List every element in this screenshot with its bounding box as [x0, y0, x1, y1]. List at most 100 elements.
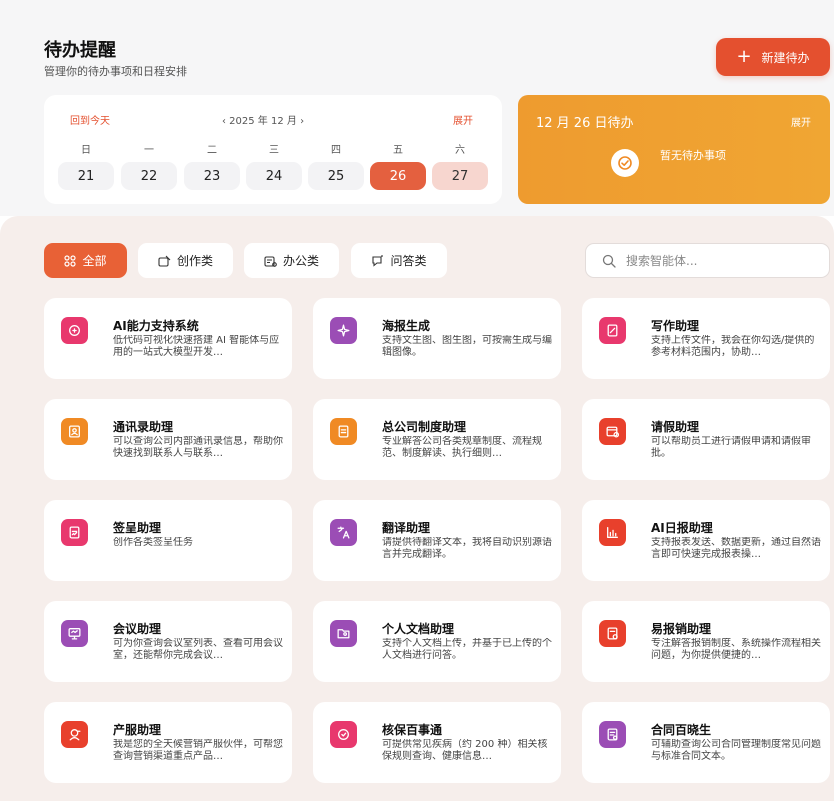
agent-card-title: 签呈助理: [113, 521, 162, 535]
back-to-today-link[interactable]: 回到今天: [70, 112, 110, 127]
todo-panel: 12 月 26 日待办 展开 暂无待办事项: [518, 95, 830, 204]
agent-card-title: 通讯录助理: [113, 420, 174, 434]
tab-label: 办公类: [282, 254, 319, 268]
ai-system-icon: [61, 317, 88, 344]
month-switcher[interactable]: ‹ 2025 年 12 月 ›: [222, 112, 304, 127]
agent-card[interactable]: AI日报助理支持报表发送、数据更新，通过自然语言即可快速完成报表操…: [582, 500, 830, 581]
agent-card-description: 支持上传文件，我会在你勾选/提供的参考材料范围内，协助…: [651, 335, 815, 358]
weekday-label: 五: [393, 145, 403, 156]
agent-card-description: 可以帮助员工进行请假申请和请假审批。: [651, 436, 811, 459]
empty-state: [611, 145, 663, 177]
agent-card-title: 总公司制度助理: [382, 420, 467, 434]
weekday-label: 三: [269, 145, 279, 156]
tab-label: 创作类: [176, 254, 213, 268]
calendar-day[interactable]: 23: [184, 162, 240, 190]
tab-label: 全部: [82, 254, 107, 268]
agent-card-description: 可辅助查询公司合同管理制度常见问题与标准合同文本。: [651, 739, 821, 762]
check-circle-icon: [611, 149, 639, 177]
agent-card-description: 可为你查询会议室列表、查看可用会议室，还能帮你完成会议…: [113, 638, 283, 661]
weekday-label: 日: [81, 145, 91, 156]
calendar-expand-link[interactable]: 展开: [453, 112, 473, 127]
calendar-day[interactable]: 21: [58, 162, 114, 190]
agent-card-description: 支持个人文档上传，并基于已上传的个人文档进行问答。: [382, 638, 552, 661]
agent-card-description: 支持文生图、图生图，可按需生成与编辑图像。: [382, 335, 552, 358]
agent-card[interactable]: 签呈助理创作各类签呈任务: [44, 500, 292, 581]
sparkle-icon: [330, 317, 357, 344]
calendar-day[interactable]: 24: [246, 162, 302, 190]
agent-search[interactable]: [585, 243, 830, 278]
weekday-label: 二: [207, 145, 217, 156]
office-icon: [264, 255, 277, 267]
weekday-label: 六: [455, 145, 465, 156]
leave-icon: [599, 418, 626, 445]
agent-card-title: 会议助理: [113, 622, 162, 636]
agent-card-title: 核保百事通: [382, 723, 443, 737]
search-icon: [602, 254, 616, 268]
agent-card-description: 可以查询公司内部通讯录信息，帮助你快速找到联系人与联系…: [113, 436, 283, 459]
agent-card[interactable]: 产服助理我是您的全天候营销产服伙伴，可帮您查询营销渠道重点产品…: [44, 702, 292, 783]
agent-card-title: AI日报助理: [651, 521, 713, 535]
agent-card[interactable]: 个人文档助理支持个人文档上传，并基于已上传的个人文档进行问答。: [313, 601, 561, 682]
calendar-day-selected[interactable]: 26: [370, 162, 426, 190]
qa-icon: [372, 254, 384, 267]
agent-card-description: 请提供待翻译文本，我将自动识别源语言并完成翻译。: [382, 537, 552, 560]
agent-card[interactable]: 合同百晓生可辅助查询公司合同管理制度常见问题与标准合同文本。: [582, 702, 830, 783]
agent-card-description: 我是您的全天候营销产服伙伴，可帮您查询营销渠道重点产品…: [113, 739, 283, 762]
tab-all[interactable]: 全部: [44, 243, 127, 278]
plus-icon: +: [736, 46, 752, 67]
page-subtitle: 管理你的待办事项和日程安排: [44, 65, 187, 78]
empty-todo-text: 暂无待办事项: [660, 149, 726, 162]
agent-card[interactable]: 通讯录助理可以查询公司内部通讯录信息，帮助你快速找到联系人与联系…: [44, 399, 292, 480]
agent-card-title: 写作助理: [651, 319, 700, 333]
reimburse-icon: [599, 620, 626, 647]
tab-office[interactable]: 办公类: [244, 243, 339, 278]
agent-card-description: 创作各类签呈任务: [113, 537, 193, 548]
agent-card[interactable]: 易报销助理专注解答报销制度、系统操作流程相关问题，为你提供便捷的…: [582, 601, 830, 682]
sign-doc-icon: [61, 519, 88, 546]
chart-icon: [599, 519, 626, 546]
agent-card[interactable]: AI能力支持系统低代码可视化快速搭建 AI 智能体与应用的一站式大模型开发…: [44, 298, 292, 379]
rules-doc-icon: [330, 418, 357, 445]
agent-card[interactable]: 核保百事通可提供常见疾病（约 200 种）相关核保规则查询、健康信息…: [313, 702, 561, 783]
todo-panel-title: 12 月 26 日待办: [536, 116, 634, 131]
agent-card-title: 产服助理: [113, 723, 162, 737]
agent-card-description: 专注解答报销制度、系统操作流程相关问题，为你提供便捷的…: [651, 638, 821, 661]
contacts-icon: [61, 418, 88, 445]
tab-qa[interactable]: 问答类: [351, 243, 447, 278]
agent-card[interactable]: 会议助理可为你查询会议室列表、查看可用会议室，还能帮你完成会议…: [44, 601, 292, 682]
agent-card-title: 翻译助理: [382, 521, 431, 535]
translate-icon: [330, 519, 357, 546]
grid-icon: [64, 254, 77, 267]
pen-doc-icon: [599, 317, 626, 344]
agent-card-title: 易报销助理: [651, 622, 712, 636]
weekday-label: 四: [331, 145, 341, 156]
agent-card-title: 请假助理: [651, 420, 700, 434]
create-icon: [158, 255, 171, 267]
agent-card-description: 专业解答公司各类规章制度、流程规范、制度解读、执行细则…: [382, 436, 542, 459]
agent-card[interactable]: 海报生成支持文生图、图生图，可按需生成与编辑图像。: [313, 298, 561, 379]
search-input[interactable]: [626, 253, 806, 268]
service-icon: [61, 721, 88, 748]
agent-card-title: 个人文档助理: [382, 622, 455, 636]
agent-card[interactable]: 写作助理支持上传文件，我会在你勾选/提供的参考材料范围内，协助…: [582, 298, 830, 379]
page-title: 待办提醒: [44, 40, 116, 61]
new-todo-button[interactable]: + 新建待办: [716, 38, 830, 76]
meeting-icon: [61, 620, 88, 647]
agent-card-description: 低代码可视化快速搭建 AI 智能体与应用的一站式大模型开发…: [113, 335, 280, 358]
agent-card[interactable]: 总公司制度助理专业解答公司各类规章制度、流程规范、制度解读、执行细则…: [313, 399, 561, 480]
calendar-day[interactable]: 25: [308, 162, 364, 190]
todo-expand-link[interactable]: 展开: [791, 114, 811, 129]
tab-label: 问答类: [390, 254, 427, 268]
agent-card[interactable]: 请假助理可以帮助员工进行请假申请和请假审批。: [582, 399, 830, 480]
agent-card-description: 支持报表发送、数据更新，通过自然语言即可快速完成报表操…: [651, 537, 821, 560]
agent-card[interactable]: 翻译助理请提供待翻译文本，我将自动识别源语言并完成翻译。: [313, 500, 561, 581]
new-todo-label: 新建待办: [761, 50, 810, 65]
calendar-day[interactable]: 22: [121, 162, 177, 190]
calendar-day[interactable]: 27: [432, 162, 488, 190]
agent-card-description: 可提供常见疾病（约 200 种）相关核保规则查询、健康信息…: [382, 739, 548, 762]
agent-card-title: 海报生成: [382, 319, 431, 333]
agent-card-title: 合同百晓生: [651, 723, 712, 737]
tab-creative[interactable]: 创作类: [138, 243, 233, 278]
agent-card-title: AI能力支持系统: [113, 319, 199, 333]
weekday-label: 一: [144, 145, 154, 156]
